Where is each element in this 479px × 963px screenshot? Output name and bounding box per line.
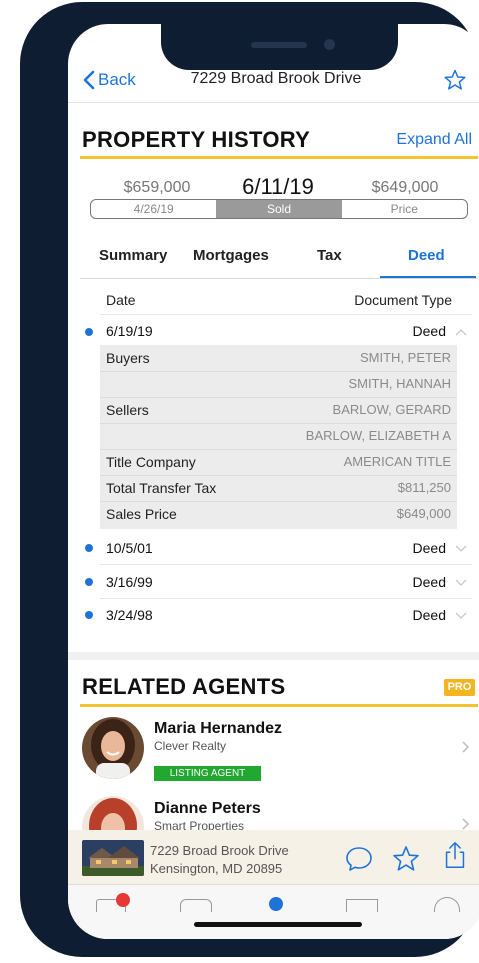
agent-avatar [82, 717, 144, 779]
agent-name: Maria Hernandez [154, 720, 283, 737]
nav-title: 7229 Broad Brook Drive [190, 70, 362, 87]
detail-value: SMITH, HANNAH [348, 376, 451, 391]
favorite-star-icon[interactable] [443, 68, 467, 92]
row-type: Deed [412, 540, 446, 556]
property-thumbnail [82, 840, 144, 876]
detail-value: BARLOW, GERARD [332, 402, 451, 417]
detail-value: BARLOW, ELIZABETH A [305, 428, 451, 443]
section-separator [68, 652, 479, 660]
divider [100, 564, 472, 565]
expand-all-button[interactable]: Expand All [396, 131, 472, 149]
agent-company: Clever Realty [154, 739, 227, 753]
tab-mortgages[interactable]: Mortgages [193, 247, 269, 264]
home-indicator [194, 922, 362, 927]
row-bullet [85, 544, 93, 552]
speaker-grille [251, 42, 307, 48]
deed-details: Buyers SMITH, PETER SMITH, HANNAH Seller… [100, 345, 457, 529]
tab-deed[interactable]: Deed [408, 247, 445, 264]
app-screen: Back 7229 Broad Brook Drive PROPERTY HIS… [68, 24, 479, 939]
row-type: Deed [412, 574, 446, 590]
detail-row: Sales Price $649,000 [100, 501, 457, 527]
detail-row: Sellers BARLOW, GERARD [100, 397, 457, 424]
previous-price: $659,000 [123, 179, 191, 196]
mini-card-city: Kensington, MD 20895 [150, 861, 283, 876]
row-date: 3/24/98 [106, 607, 153, 623]
detail-label: Buyers [106, 350, 150, 366]
detail-value: AMERICAN TITLE [343, 454, 451, 469]
detail-label: Sales Price [106, 506, 177, 522]
segment-price-label[interactable]: Price [342, 200, 467, 218]
chevron-down-icon[interactable] [455, 612, 467, 620]
star-outline-icon[interactable] [391, 844, 421, 874]
section-underline [80, 156, 478, 159]
segment-status[interactable]: Sold [216, 200, 342, 218]
divider [100, 598, 472, 599]
detail-value: SMITH, PETER [359, 350, 451, 365]
active-tab-indicator [380, 276, 476, 278]
location-icon[interactable] [269, 897, 283, 911]
chevron-right-icon [462, 818, 470, 830]
chat-bubble-icon[interactable] [344, 844, 374, 874]
detail-row: Buyers SMITH, PETER [100, 345, 457, 372]
detail-row: Title Company AMERICAN TITLE [100, 449, 457, 476]
chevron-down-icon[interactable] [455, 545, 467, 553]
front-camera [324, 39, 335, 50]
detail-label: Title Company [106, 454, 196, 470]
section-title-related-agents: RELATED AGENTS [82, 674, 286, 699]
row-type: Deed [412, 607, 446, 623]
profile-icon[interactable] [434, 897, 460, 912]
agent-name: Dianne Peters [154, 800, 261, 817]
tab-bar [68, 884, 479, 939]
sale-price: $649,000 [371, 179, 439, 196]
column-header-document-type: Document Type [354, 292, 452, 308]
detail-row: Total Transfer Tax $811,250 [100, 475, 457, 502]
detail-value: $811,250 [397, 480, 451, 495]
share-icon[interactable] [440, 840, 470, 870]
sale-date: 6/11/19 [242, 174, 314, 199]
pro-badge: PRO [444, 679, 475, 696]
chevron-up-icon[interactable] [455, 328, 467, 336]
notification-badge [116, 893, 130, 907]
row-bullet [85, 578, 93, 586]
row-date: 6/19/19 [106, 323, 153, 339]
row-date: 3/16/99 [106, 574, 153, 590]
detail-label: Total Transfer Tax [106, 480, 217, 496]
listing-agent-tag: LISTING AGENT [154, 766, 261, 781]
document-icon[interactable] [346, 899, 378, 912]
detail-row: SMITH, HANNAH [100, 371, 457, 398]
chevron-down-icon[interactable] [455, 579, 467, 587]
tab-tax[interactable]: Tax [317, 247, 342, 264]
history-timeline-segment[interactable]: 4/26/19 Sold Price [90, 199, 468, 219]
row-bullet [85, 611, 93, 619]
detail-value: $649,000 [396, 506, 451, 521]
mini-card-address: 7229 Broad Brook Drive [150, 843, 289, 858]
row-bullet [85, 328, 93, 336]
divider [100, 314, 472, 315]
detail-label: Sellers [106, 402, 149, 418]
tab-summary[interactable]: Summary [99, 247, 167, 264]
property-mini-card[interactable]: 7229 Broad Brook Drive Kensington, MD 20… [68, 830, 479, 884]
detail-row: BARLOW, ELIZABETH A [100, 423, 457, 450]
section-underline [80, 704, 478, 707]
device-notch [161, 22, 398, 70]
history-tabs: Summary Mortgages Tax Deed [80, 240, 478, 279]
chevron-right-icon [462, 741, 470, 753]
column-header-date: Date [106, 292, 136, 308]
search-icon[interactable] [180, 899, 212, 912]
section-title-property-history: PROPERTY HISTORY [82, 127, 311, 152]
row-type: Deed [412, 323, 446, 339]
phone-frame: Back 7229 Broad Brook Drive PROPERTY HIS… [20, 2, 479, 957]
segment-left-date[interactable]: 4/26/19 [91, 200, 216, 218]
row-date: 10/5/01 [106, 540, 153, 556]
